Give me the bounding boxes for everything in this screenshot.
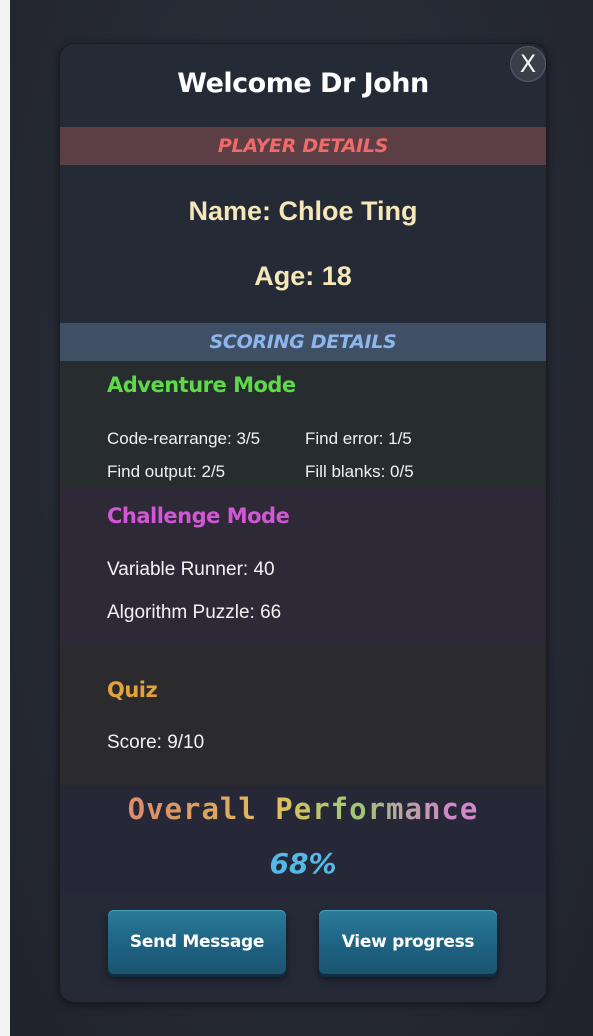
quiz-title: Quiz bbox=[107, 678, 158, 702]
find-output-score: Find output: 2/5 bbox=[107, 462, 226, 481]
overall-performance-title: Overall Performance bbox=[60, 792, 546, 826]
player-age: Age: 18 bbox=[254, 261, 352, 291]
quiz-score: Score: 9/10 bbox=[107, 732, 205, 753]
challenge-mode-title: Challenge Mode bbox=[107, 504, 290, 528]
challenge-mode-section: Challenge Mode Variable Runner: 40 Algor… bbox=[60, 488, 546, 646]
overall-performance-value: 68% bbox=[269, 847, 337, 880]
send-message-button[interactable]: Send Message bbox=[108, 910, 286, 974]
adventure-mode-title: Adventure Mode bbox=[107, 373, 296, 397]
algorithm-puzzle-score: Algorithm Puzzle: 66 bbox=[107, 602, 282, 623]
player-name: Name: Chloe Ting bbox=[188, 196, 418, 226]
close-button[interactable]: X bbox=[510, 46, 546, 82]
player-details-dialog: Welcome Dr John PLAYER DETAILS Name: Chl… bbox=[60, 44, 546, 1002]
welcome-title: Welcome Dr John bbox=[177, 68, 429, 99]
variable-runner-score: Variable Runner: 40 bbox=[107, 559, 275, 580]
find-error-score: Find error: 1/5 bbox=[305, 429, 412, 448]
close-icon: X bbox=[519, 50, 537, 78]
quiz-section: Quiz Score: 9/10 bbox=[60, 646, 546, 786]
fill-blanks-score: Fill blanks: 0/5 bbox=[305, 462, 414, 481]
adventure-mode-section: Adventure Mode Code-rearrange: 3/5 Find … bbox=[60, 361, 546, 488]
player-details-header: PLAYER DETAILS bbox=[60, 127, 546, 165]
view-progress-button[interactable]: View progress bbox=[319, 910, 497, 974]
code-rearrange-score: Code-rearrange: 3/5 bbox=[107, 429, 261, 448]
scoring-details-header: SCORING DETAILS bbox=[60, 323, 546, 361]
